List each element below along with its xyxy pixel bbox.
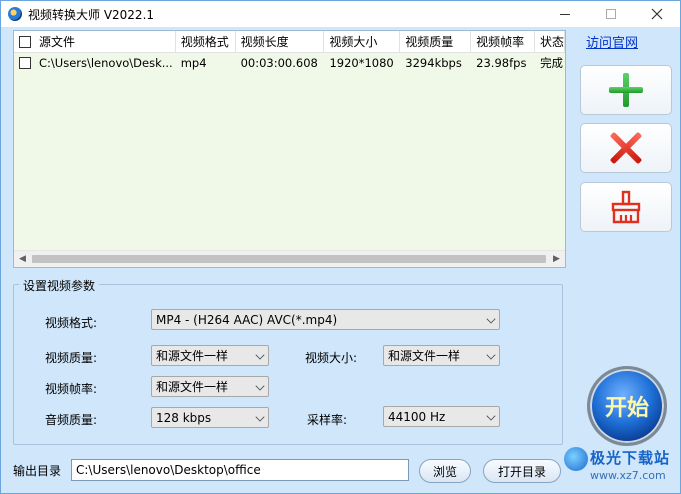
video-fps-label: 视频帧率:	[45, 382, 98, 396]
delete-icon	[609, 131, 643, 165]
scrollbar-thumb[interactable]	[32, 255, 546, 263]
column-size[interactable]: 视频大小	[324, 31, 401, 52]
video-fps-value: 和源文件一样	[156, 380, 229, 394]
sample-rate-label: 采样率:	[307, 413, 348, 427]
column-duration[interactable]: 视频长度	[236, 31, 325, 52]
cell-source-text: C:\Users\lenovo\Desk...	[39, 56, 173, 70]
audio-quality-select[interactable]: 128 kbps	[151, 407, 269, 428]
watermark-title: 极光下载站	[590, 449, 671, 467]
video-quality-value: 和源文件一样	[156, 349, 229, 363]
audio-quality-value: 128 kbps	[156, 410, 212, 425]
cell-fps: 23.98fps	[476, 56, 527, 70]
table-row[interactable]: C:\Users\lenovo\Desk... mp4 00:03:00.608…	[14, 53, 565, 73]
cell-size: 1920*1080	[329, 56, 394, 70]
start-button[interactable]: 开始	[587, 366, 667, 446]
video-quality-label: 视频质量:	[45, 351, 98, 365]
settings-group-title: 设置视频参数	[19, 277, 100, 294]
minimize-icon	[560, 13, 570, 15]
chevron-down-icon	[255, 381, 265, 391]
output-dir-label: 输出目录	[13, 464, 62, 478]
app-window: 视频转换大师 V2022.1 源文件 视频格式 视频长度 视频大小 视频质量 视…	[0, 0, 681, 494]
column-source[interactable]: 源文件	[14, 31, 176, 52]
minimize-button[interactable]	[542, 1, 588, 27]
watermark-url: www.xz7.com	[590, 469, 666, 482]
sample-rate-select[interactable]: 44100 Hz	[383, 406, 500, 427]
sample-rate-value: 44100 Hz	[388, 409, 446, 424]
browse-button[interactable]: 浏览	[419, 459, 471, 483]
file-list-header: 源文件 视频格式 视频长度 视频大小 视频质量 视频帧率 状态	[14, 31, 565, 53]
watermark-logo-icon	[564, 447, 588, 471]
scroll-right-icon[interactable]: ▶	[548, 251, 565, 267]
maximize-button[interactable]	[588, 1, 634, 27]
cell-source: C:\Users\lenovo\Desk...	[14, 53, 176, 73]
chevron-down-icon	[255, 350, 265, 360]
clear-list-button[interactable]	[580, 182, 672, 232]
maximize-icon	[606, 9, 616, 19]
column-status[interactable]: 状态	[535, 31, 565, 52]
video-fps-select[interactable]: 和源文件一样	[151, 376, 269, 397]
window-title: 视频转换大师 V2022.1	[28, 7, 155, 22]
horizontal-scrollbar[interactable]: ◀ ▶	[14, 250, 565, 267]
audio-quality-label: 音频质量:	[45, 413, 98, 427]
scroll-left-icon[interactable]: ◀	[14, 251, 31, 267]
add-file-button[interactable]	[580, 65, 672, 115]
delete-file-button[interactable]	[580, 123, 672, 173]
cell-duration: 00:03:00.608	[240, 56, 318, 70]
cell-status: 完成	[540, 56, 564, 70]
column-fps[interactable]: 视频帧率	[471, 31, 536, 52]
video-format-select[interactable]: MP4 - (H264 AAC) AVC(*.mp4)	[151, 309, 500, 330]
select-all-checkbox[interactable]	[19, 35, 31, 48]
file-list[interactable]: 源文件 视频格式 视频长度 视频大小 视频质量 视频帧率 状态 C:\Users…	[13, 30, 566, 268]
chevron-down-icon	[486, 411, 496, 421]
clear-icon	[611, 190, 641, 224]
chevron-down-icon	[255, 412, 265, 422]
cell-format: mp4	[180, 56, 207, 70]
video-quality-select[interactable]: 和源文件一样	[151, 345, 269, 366]
close-icon	[651, 8, 663, 20]
column-quality[interactable]: 视频质量	[400, 31, 472, 52]
video-size-label: 视频大小:	[305, 351, 358, 365]
video-format-label: 视频格式:	[45, 316, 98, 330]
title-bar: 视频转换大师 V2022.1	[1, 1, 680, 27]
open-folder-button[interactable]: 打开目录	[483, 459, 561, 483]
app-logo-icon	[8, 7, 22, 21]
video-size-value: 和源文件一样	[388, 349, 461, 363]
chevron-down-icon	[486, 350, 496, 360]
column-format[interactable]: 视频格式	[176, 31, 236, 52]
add-icon	[609, 73, 643, 107]
video-format-value: MP4 - (H264 AAC) AVC(*.mp4)	[156, 312, 338, 327]
chevron-down-icon	[486, 314, 496, 324]
video-size-select[interactable]: 和源文件一样	[383, 345, 500, 366]
output-dir-input[interactable]: C:\Users\lenovo\Desktop\office	[71, 459, 409, 481]
row-checkbox[interactable]	[19, 57, 31, 69]
column-source-label: 源文件	[39, 35, 76, 49]
close-button[interactable]	[634, 1, 680, 27]
visit-website-link[interactable]: 访问官网	[586, 32, 638, 51]
watermark: 极光下载站 www.xz7.com	[564, 445, 676, 489]
cell-quality: 3294kbps	[405, 56, 462, 70]
